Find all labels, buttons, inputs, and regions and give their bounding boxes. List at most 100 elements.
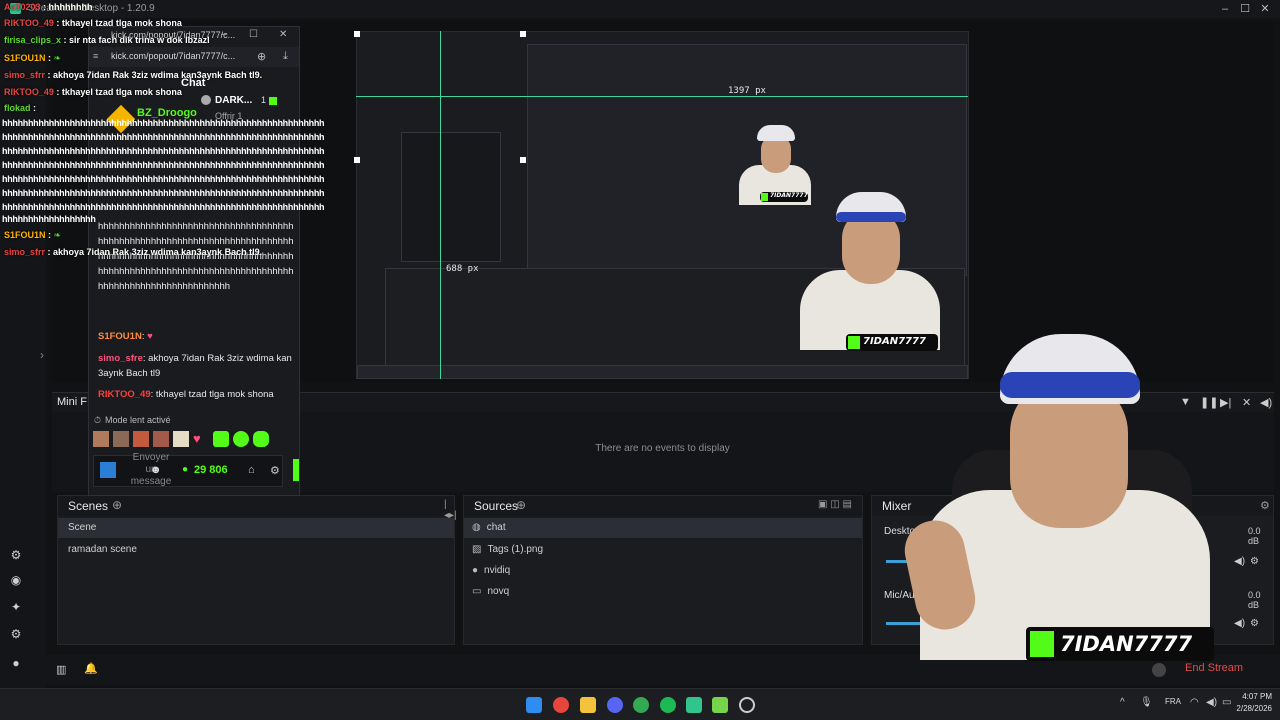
emote-icon[interactable]	[153, 431, 169, 447]
overlay-text: tkhayel tzad tlga mok shona	[61, 87, 182, 97]
settings-icon[interactable]: ⚙	[8, 627, 24, 643]
tray-chevron-icon[interactable]: ^	[1120, 697, 1125, 708]
emote-icon[interactable]	[93, 431, 109, 447]
resize-handle[interactable]	[520, 157, 526, 163]
chevron-right-icon[interactable]: ›	[34, 348, 50, 364]
app-icon[interactable]	[712, 697, 728, 713]
scene-item[interactable]: ramadan scene	[58, 540, 454, 560]
add-source-icon[interactable]: ⊕	[516, 498, 526, 512]
cap-brim-shape	[836, 212, 906, 222]
streamlabs-icon[interactable]	[686, 697, 702, 713]
overlay-username: Ac10203	[4, 2, 41, 12]
taskbar-clock[interactable]: 4:07 PM 2/28/2026	[1236, 691, 1272, 715]
volume-icon[interactable]: ◀)	[1260, 396, 1272, 409]
volume-icon[interactable]: ◀)	[1206, 697, 1217, 708]
mixer-settings-icon[interactable]: ⚙	[1260, 499, 1270, 512]
start-icon[interactable]	[526, 697, 542, 713]
overlay-username: RIKTOO_49	[4, 18, 54, 28]
file-explorer-icon[interactable]	[580, 697, 596, 713]
cap-shape	[757, 125, 795, 141]
chrome-icon[interactable]	[553, 697, 569, 713]
wifi-icon[interactable]: ◠	[1190, 697, 1199, 708]
display-icon: ▭	[472, 586, 482, 597]
channel-settings-icon[interactable]: ⚙	[1250, 618, 1259, 629]
chat-username[interactable]: simo_sfre	[98, 353, 143, 364]
mute-alerts-icon[interactable]: ✕	[1242, 396, 1251, 409]
add-scene-icon[interactable]: ⊕	[112, 498, 122, 512]
record-icon[interactable]	[1152, 663, 1166, 677]
overlay-username: firisa_clips_x	[4, 35, 62, 45]
emote-icon[interactable]	[233, 431, 249, 447]
emote-icon[interactable]: ♥	[193, 431, 209, 447]
nested-taskbar	[357, 365, 968, 379]
overlay-username: S1FOU1N	[4, 230, 46, 240]
guide-line-h	[356, 96, 968, 97]
stats-icon[interactable]: ▥	[56, 663, 66, 676]
points-balance: 29 806	[194, 464, 228, 476]
source-item[interactable]: ◍ chat	[464, 518, 862, 538]
channel-settings-icon[interactable]: ⚙	[1250, 556, 1259, 567]
scene-item-label: ramadan scene	[68, 544, 137, 555]
notifications-icon[interactable]: 🔔	[84, 662, 98, 675]
slow-mode-text: Mode lent activé	[105, 415, 171, 425]
resize-handle[interactable]	[520, 31, 526, 37]
discord-icon[interactable]	[607, 697, 623, 713]
speaker-icon[interactable]: ◀)	[1234, 618, 1245, 629]
width-readout: 1397 px	[728, 86, 766, 96]
guide-line-v	[440, 31, 441, 379]
emote-icon[interactable]	[113, 431, 129, 447]
chrome-profile-icon[interactable]	[633, 697, 649, 713]
height-readout: 688 px	[446, 264, 479, 274]
chat-username[interactable]: S1FOU1N	[98, 331, 142, 342]
scenes-title: Scenes	[68, 499, 109, 513]
obs-icon[interactable]	[739, 697, 755, 713]
nested-webcam	[790, 190, 950, 350]
send-button[interactable]	[293, 459, 299, 481]
emote-icon[interactable]	[213, 431, 229, 447]
emote-icon[interactable]	[133, 431, 149, 447]
overlay-spam-line: hhhhhhhhhhhhhhhhhhhhhhhhhhhhhhhhhhhhhhhh…	[2, 118, 325, 128]
overlay-username: simo_sfrr	[4, 247, 46, 257]
maximize-icon[interactable]: ☐	[1238, 2, 1252, 16]
overlay-spam-line: hhhhhhhhhhhhhhhhhhhhhhhhhhhhhhhhhhhhhhhh…	[2, 188, 325, 198]
chat-username[interactable]: RIKTOO_49	[98, 389, 151, 400]
kick-logo-icon	[848, 336, 860, 349]
folder-icon[interactable]: ▣ ◫ ▤	[818, 499, 852, 510]
store-icon[interactable]: ⌂	[248, 464, 255, 476]
minimize-icon[interactable]: –	[1218, 2, 1232, 16]
end-stream-button[interactable]: End Stream	[1185, 662, 1243, 674]
source-item[interactable]: ● nvidiq	[464, 561, 862, 581]
emote-icon[interactable]	[173, 431, 189, 447]
resize-handle[interactable]	[354, 31, 360, 37]
webcam-icon: ●	[472, 565, 479, 576]
source-item[interactable]: ▨ Tags (1).png	[464, 540, 862, 560]
webcam-feed	[890, 320, 1230, 660]
emoji-icon[interactable]: ☻	[150, 464, 162, 476]
channel-tag: 7IDAN7777	[846, 334, 938, 351]
channel-tag: 7IDAN7777	[1026, 627, 1214, 661]
overlay-spam-line: hhhhhhhhhhhhhhhhhh	[2, 214, 96, 224]
source-label: Tags (1).png	[487, 544, 544, 555]
mic-icon[interactable]: 🎙	[1140, 697, 1153, 708]
overlay-username: RIKTOO_49	[4, 87, 54, 97]
app-icon[interactable]	[100, 462, 116, 478]
language-indicator[interactable]: FRA	[1165, 697, 1181, 706]
spotify-icon[interactable]	[660, 697, 676, 713]
apps-icon[interactable]: ✦	[8, 600, 24, 616]
speaker-icon[interactable]: ◀)	[1234, 556, 1245, 567]
close-icon[interactable]: ✕	[1258, 2, 1272, 16]
themes-icon[interactable]: ◉	[8, 573, 24, 589]
source-item[interactable]: ▭ novq	[464, 582, 862, 602]
battery-icon[interactable]: ▭	[1222, 697, 1231, 708]
points-icon: ●	[182, 464, 189, 475]
profile-icon[interactable]: ●	[8, 656, 24, 672]
kick-logo-icon	[1030, 631, 1054, 657]
emote-icon[interactable]	[253, 431, 269, 447]
resize-handle[interactable]	[354, 157, 360, 163]
overlay-text: tkhayel tzad tlga mok shona	[61, 18, 182, 28]
chat-settings-icon[interactable]: ⚙	[270, 464, 280, 477]
cap-brim-shape	[1000, 372, 1140, 398]
editor-icon[interactable]: ⚙	[8, 548, 24, 564]
scene-column-header: Scene	[58, 518, 454, 538]
scenes-dock: Scenes ⊕ |◂▸| Scene ramadan scene	[57, 495, 457, 645]
